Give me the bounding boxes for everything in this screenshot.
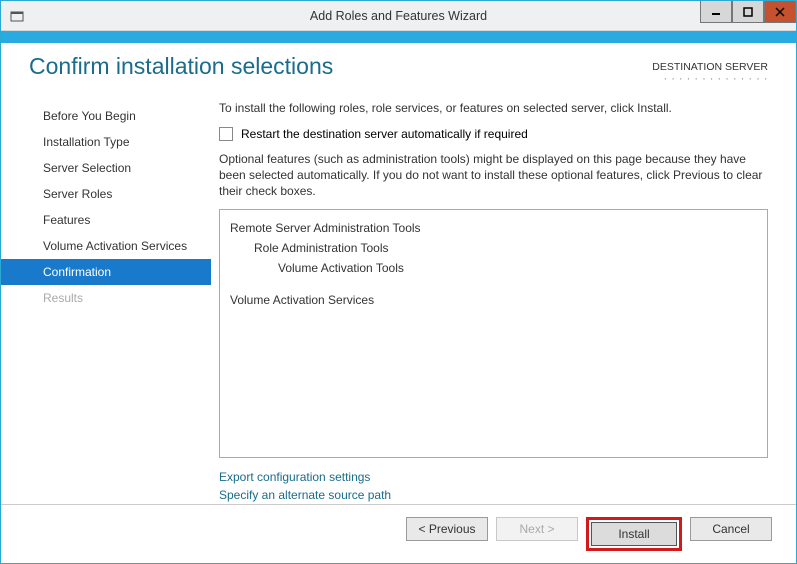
app-icon (9, 8, 25, 24)
next-button: Next > (496, 517, 578, 541)
step-volume-activation-services[interactable]: Volume Activation Services (1, 233, 211, 259)
tree-node: Volume Activation Services (230, 290, 757, 310)
restart-checkbox-row[interactable]: Restart the destination server automatic… (219, 127, 768, 141)
page-heading: Confirm installation selections (29, 53, 652, 80)
step-server-selection[interactable]: Server Selection (1, 155, 211, 181)
install-highlight: Install (586, 517, 682, 551)
accent-bar (1, 31, 796, 43)
step-confirmation[interactable]: Confirmation (1, 259, 211, 285)
destination-info: DESTINATION SERVER · · · · · · · · · · ·… (652, 53, 768, 85)
wizard-sidebar: Before You Begin Installation Type Serve… (1, 95, 211, 504)
step-before-you-begin[interactable]: Before You Begin (1, 103, 211, 129)
step-installation-type[interactable]: Installation Type (1, 129, 211, 155)
destination-server: · · · · · · · · · · · · · · (652, 73, 768, 85)
step-features[interactable]: Features (1, 207, 211, 233)
window-title: Add Roles and Features Wizard (1, 9, 796, 23)
close-button[interactable] (764, 1, 796, 23)
step-server-roles[interactable]: Server Roles (1, 181, 211, 207)
minimize-button[interactable] (700, 1, 732, 23)
destination-label: DESTINATION SERVER (652, 61, 768, 73)
tree-node: Role Administration Tools (230, 238, 757, 258)
previous-button[interactable]: < Previous (406, 517, 488, 541)
restart-checkbox-label: Restart the destination server automatic… (241, 127, 528, 141)
window-controls (700, 1, 796, 23)
step-results: Results (1, 285, 211, 311)
tree-node: Remote Server Administration Tools (230, 218, 757, 238)
maximize-button[interactable] (732, 1, 764, 23)
tree-node: Volume Activation Tools (230, 258, 757, 278)
wizard-buttons: < Previous Next > Install Cancel (1, 504, 796, 563)
export-config-link[interactable]: Export configuration settings (219, 468, 768, 486)
alt-source-link[interactable]: Specify an alternate source path (219, 486, 768, 504)
cancel-button[interactable]: Cancel (690, 517, 772, 541)
selections-tree: Remote Server Administration Tools Role … (219, 209, 768, 458)
restart-checkbox[interactable] (219, 127, 233, 141)
optional-note: Optional features (such as administratio… (219, 151, 768, 199)
title-bar: Add Roles and Features Wizard (1, 1, 796, 31)
intro-text: To install the following roles, role ser… (219, 101, 768, 115)
bottom-links: Export configuration settings Specify an… (219, 468, 768, 504)
main-panel: To install the following roles, role ser… (211, 95, 788, 504)
install-button[interactable]: Install (591, 522, 677, 546)
